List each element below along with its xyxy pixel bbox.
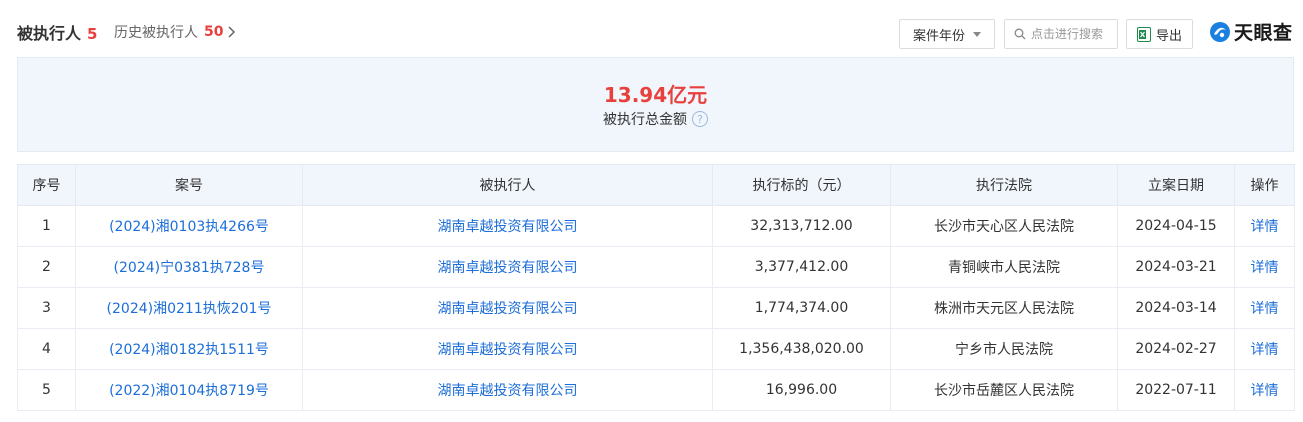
table-row: 5 (2022)湘0104执8719号 湖南卓越投资有限公司 16,996.00…	[17, 369, 1295, 411]
tab-executed-person[interactable]: 被执行人 5	[17, 20, 97, 44]
cell-index: 5	[17, 369, 76, 411]
logo-text: 天眼查	[1234, 22, 1293, 44]
cell-amount: 16,996.00	[712, 369, 891, 411]
cell-date: 2024-03-14	[1117, 287, 1235, 329]
cell-date: 2022-07-11	[1117, 369, 1235, 411]
caret-down-icon	[973, 31, 981, 37]
column-header: 操作	[1234, 164, 1295, 206]
cell-court: 株洲市天元区人民法院	[890, 287, 1118, 329]
column-header: 被执行人	[302, 164, 713, 206]
excel-icon	[1136, 26, 1151, 42]
table-row: 4 (2024)湘0182执1511号 湖南卓越投资有限公司 1,356,438…	[17, 328, 1295, 370]
details-link[interactable]: 详情	[1234, 328, 1295, 370]
page-header: 被执行人 5 历史被执行人 50 案件年份 导出 天眼查	[17, 0, 1294, 62]
tab-history-count: 50	[204, 24, 224, 40]
executed-party-link[interactable]: 湖南卓越投资有限公司	[302, 328, 713, 370]
cell-amount: 3,377,412.00	[712, 246, 891, 288]
details-link[interactable]: 详情	[1234, 369, 1295, 411]
table-row: 2 (2024)宁0381执728号 湖南卓越投资有限公司 3,377,412.…	[17, 246, 1295, 288]
executed-party-link[interactable]: 湖南卓越投资有限公司	[302, 287, 713, 329]
search-icon	[1014, 28, 1026, 40]
column-header: 执行标的（元）	[712, 164, 891, 206]
cell-amount: 1,774,374.00	[712, 287, 891, 329]
table-row: 3 (2024)湘0211执恢201号 湖南卓越投资有限公司 1,774,374…	[17, 287, 1295, 329]
executed-party-link[interactable]: 湖南卓越投资有限公司	[302, 205, 713, 247]
search-box[interactable]	[1004, 19, 1118, 49]
tab-history-executed-person[interactable]: 历史被执行人 50	[114, 22, 236, 42]
cell-date: 2024-03-21	[1117, 246, 1235, 288]
case-number-link[interactable]: (2024)湘0182执1511号	[75, 328, 303, 370]
case-year-select-label: 案件年份	[912, 28, 965, 44]
cell-index: 3	[17, 287, 76, 329]
table-row: 1 (2024)湘0103执4266号 湖南卓越投资有限公司 32,313,71…	[17, 205, 1295, 247]
column-header: 案号	[75, 164, 303, 206]
tianyancha-logo-icon	[1210, 21, 1230, 42]
case-year-select[interactable]: 案件年份	[899, 19, 995, 49]
cell-court: 长沙市岳麓区人民法院	[890, 369, 1118, 411]
cell-court: 宁乡市人民法院	[890, 328, 1118, 370]
tab-executed-person-count: 5	[87, 25, 98, 43]
cell-index: 2	[17, 246, 76, 288]
cell-court: 长沙市天心区人民法院	[890, 205, 1118, 247]
executed-cases-table: 序号 案号 被执行人 执行标的（元） 执行法院 立案日期 操作 1 (2024)…	[17, 164, 1295, 411]
column-header: 执行法院	[890, 164, 1118, 206]
case-number-link[interactable]: (2024)宁0381执728号	[75, 246, 303, 288]
search-input[interactable]	[1031, 27, 1115, 41]
tianyancha-logo[interactable]: 天眼查	[1209, 18, 1293, 45]
case-number-link[interactable]: (2024)湘0103执4266号	[75, 205, 303, 247]
total-amount-label: 被执行总金额	[603, 112, 687, 128]
cell-date: 2024-04-15	[1117, 205, 1235, 247]
column-header: 序号	[17, 164, 76, 206]
tab-executed-person-label: 被执行人	[17, 24, 82, 43]
export-button[interactable]: 导出	[1126, 19, 1193, 49]
executed-party-link[interactable]: 湖南卓越投资有限公司	[302, 369, 713, 411]
tab-history-label: 历史被执行人	[114, 25, 198, 41]
details-link[interactable]: 详情	[1234, 246, 1295, 288]
total-amount-value: 13.94亿元	[603, 83, 708, 107]
details-link[interactable]: 详情	[1234, 205, 1295, 247]
cell-index: 4	[17, 328, 76, 370]
cell-index: 1	[17, 205, 76, 247]
summary-panel: 13.94亿元 被执行总金额 ?	[17, 57, 1294, 152]
chevron-right-icon	[228, 26, 236, 38]
cell-court: 青铜峡市人民法院	[890, 246, 1118, 288]
help-circle-icon[interactable]: ?	[692, 111, 708, 127]
cell-amount: 32,313,712.00	[712, 205, 891, 247]
case-number-link[interactable]: (2022)湘0104执8719号	[75, 369, 303, 411]
column-header: 立案日期	[1117, 164, 1235, 206]
executed-party-link[interactable]: 湖南卓越投资有限公司	[302, 246, 713, 288]
cell-amount: 1,356,438,020.00	[712, 328, 891, 370]
export-button-label: 导出	[1155, 28, 1182, 44]
case-number-link[interactable]: (2024)湘0211执恢201号	[75, 287, 303, 329]
details-link[interactable]: 详情	[1234, 287, 1295, 329]
cell-date: 2024-02-27	[1117, 328, 1235, 370]
total-amount-label-row: 被执行总金额 ?	[18, 109, 1293, 129]
table-header-row: 序号 案号 被执行人 执行标的（元） 执行法院 立案日期 操作	[17, 164, 1295, 206]
